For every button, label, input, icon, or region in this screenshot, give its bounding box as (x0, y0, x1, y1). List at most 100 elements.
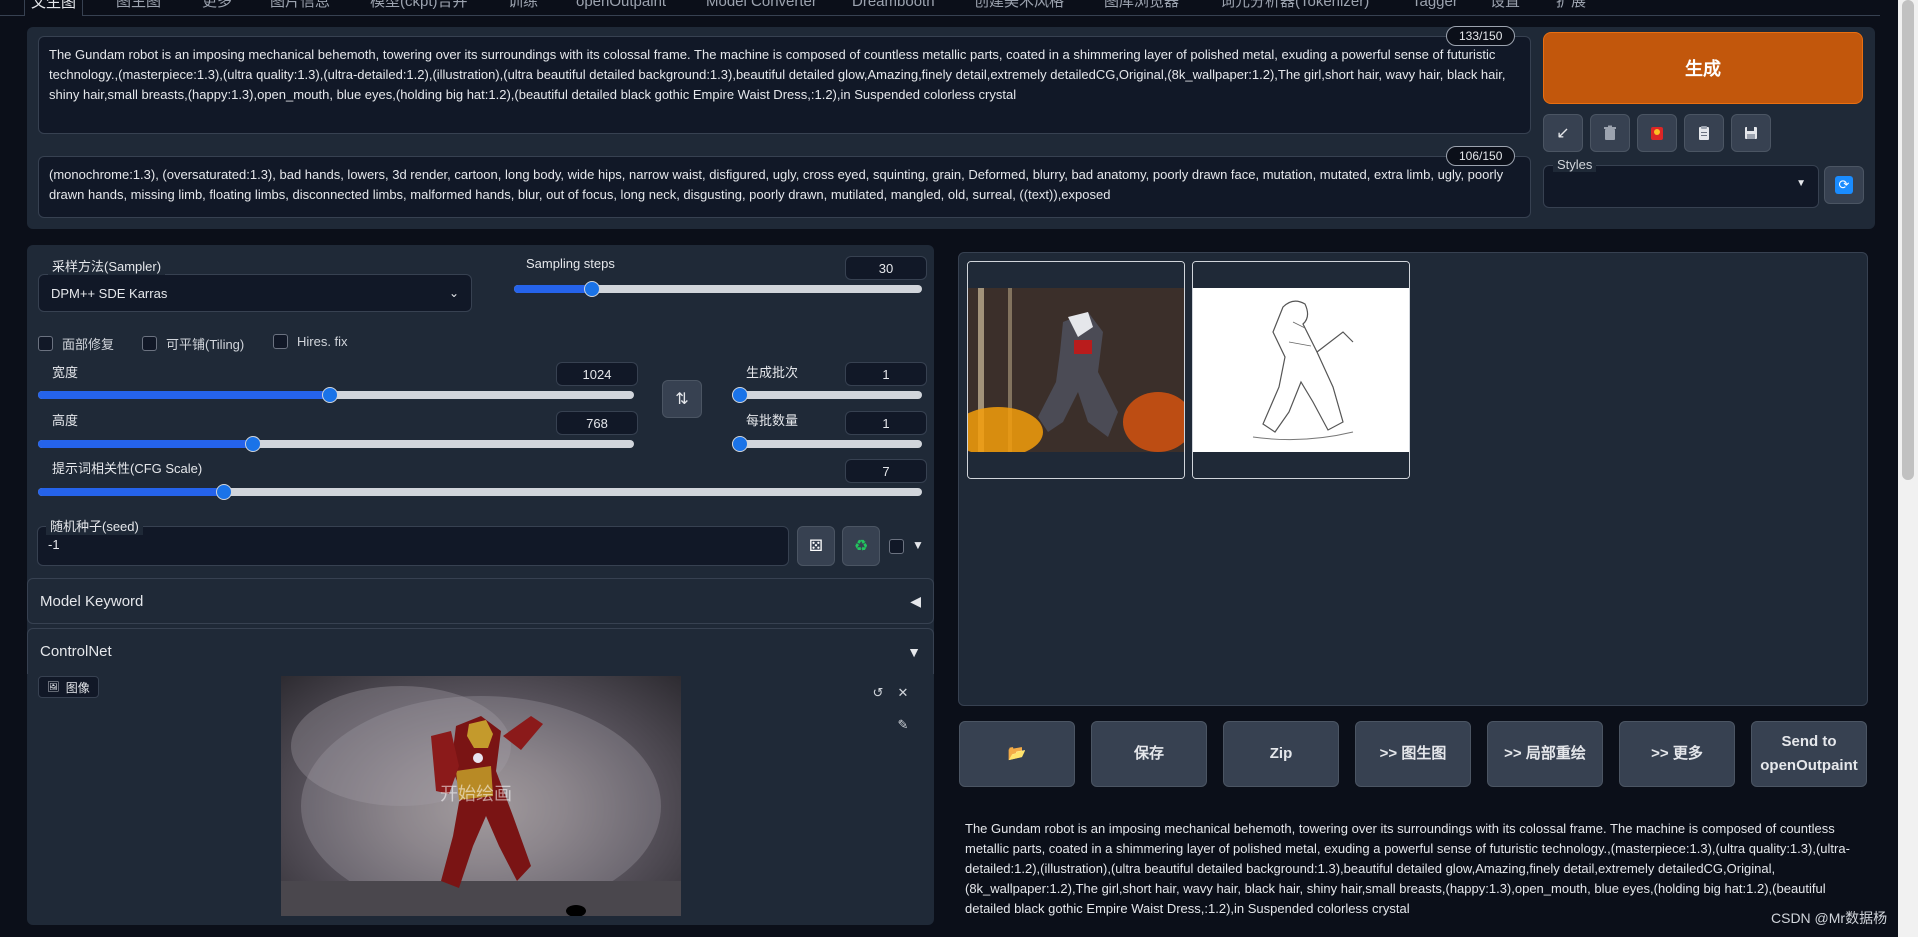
save-style-button[interactable] (1731, 114, 1771, 152)
tab-extras[interactable]: 更多 (196, 0, 238, 16)
sampler-select[interactable]: DPM++ SDE Karras ⌄ (38, 274, 472, 312)
positive-prompt-input[interactable]: The Gundam robot is an imposing mechanic… (38, 36, 1531, 134)
tab-openoutpaint[interactable]: openOutpaint (570, 0, 672, 16)
close-icon[interactable]: ✕ (893, 683, 913, 703)
cfg-scale-slider[interactable] (38, 484, 922, 500)
slider-thumb[interactable] (583, 281, 600, 297)
restore-faces-label: 面部修复 (62, 337, 115, 352)
webui-root: 文生图 图生图 更多 图片信息 模型(ckpt)合并 训练 openOutpai… (0, 0, 1918, 937)
negative-prompt-input[interactable]: (monochrome:1.3), (oversaturated:1.3), b… (38, 156, 1531, 218)
send-to-inpaint-button[interactable]: >> 局部重绘 (1487, 721, 1603, 787)
gundam-render-picture (968, 262, 1184, 478)
arrow-icon: ↙ (1556, 125, 1570, 142)
slider-thumb[interactable] (732, 387, 748, 403)
slider-thumb[interactable] (732, 436, 748, 452)
recycle-icon: ♻ (853, 538, 869, 555)
clear-prompt-button[interactable] (1590, 114, 1630, 152)
cfg-scale-input[interactable]: 7 (845, 459, 927, 483)
height-label: 高度 (48, 410, 83, 429)
sampler-value: DPM++ SDE Karras (51, 285, 168, 301)
tab-train[interactable]: 训练 (502, 0, 544, 16)
chevron-down-icon: ▼ (1796, 178, 1806, 189)
controlnet-title: ControlNet (40, 643, 112, 660)
trash-icon (1604, 125, 1616, 140)
brush-icon[interactable]: ✎ (893, 715, 913, 735)
batch-size-slider[interactable] (732, 436, 922, 452)
batch-count-label: 生成批次 (742, 362, 803, 381)
floppy-disk-icon (1745, 127, 1757, 139)
tab-img2img[interactable]: 图生图 (110, 0, 167, 16)
tiling-label: 可平铺(Tiling) (166, 337, 245, 352)
steps-label: Sampling steps (522, 256, 619, 271)
tab-extensions[interactable]: 扩展 (1550, 0, 1592, 16)
tiling-checkbox[interactable]: 可平铺(Tiling) (142, 334, 244, 353)
read-params-button[interactable]: ↙ (1543, 114, 1583, 152)
reuse-seed-button[interactable]: ♻ (842, 526, 880, 566)
expand-arrow-icon: ▼ (907, 643, 921, 660)
slider-thumb[interactable] (322, 387, 339, 403)
tab-tagger[interactable]: Tagger (1406, 0, 1464, 16)
seed-input[interactable]: -1 (37, 526, 789, 566)
apply-style-button[interactable] (1684, 114, 1724, 152)
slider-thumb[interactable] (215, 484, 232, 500)
refresh-styles-button[interactable]: ⟳ (1824, 166, 1864, 204)
controlnet-image-tab-label: 图像 (65, 680, 90, 695)
batch-size-input[interactable]: 1 (845, 411, 927, 435)
steps-input[interactable]: 30 (845, 256, 927, 280)
generation-info-text: The Gundam robot is an imposing mechanic… (965, 821, 1850, 916)
hires-fix-checkbox[interactable]: Hires. fix (273, 334, 348, 349)
seed-value: -1 (48, 537, 60, 552)
generate-button[interactable]: 生成 (1543, 32, 1863, 104)
controlnet-image-tab[interactable]: 🖼 图像 (38, 676, 99, 698)
save-button[interactable]: 保存 (1091, 721, 1207, 787)
steps-slider[interactable] (514, 281, 922, 297)
batch-size-label: 每批数量 (742, 410, 803, 429)
sampler-label: 采样方法(Sampler) (48, 256, 166, 275)
chevron-down-icon: ⌄ (448, 286, 459, 300)
height-input[interactable]: 768 (556, 411, 638, 435)
send-to-openoutpaint-button[interactable]: Send to openOutpaint (1751, 721, 1867, 787)
hires-fix-label: Hires. fix (297, 334, 348, 349)
refresh-icon: ⟳ (1835, 176, 1853, 194)
restore-faces-checkbox[interactable]: 面部修复 (38, 334, 114, 353)
seed-expand-icon[interactable]: ▼ (912, 538, 924, 552)
tab-png-info[interactable]: 图片信息 (264, 0, 336, 16)
height-slider[interactable] (38, 436, 634, 452)
send-to-img2img-button[interactable]: >> 图生图 (1355, 721, 1471, 787)
model-keyword-title: Model Keyword (40, 592, 144, 610)
gallery-thumbnail-1[interactable] (967, 261, 1185, 479)
swap-dimensions-button[interactable]: ⇅ (662, 380, 702, 418)
tab-create-style[interactable]: 创建美术风格 (968, 0, 1070, 16)
gallery-thumbnail-2[interactable] (1192, 261, 1410, 479)
undo-icon[interactable]: ↺ (868, 683, 888, 703)
slider-thumb[interactable] (244, 436, 261, 452)
tab-checkpoint-merger[interactable]: 模型(ckpt)合并 (364, 0, 474, 16)
open-folder-button[interactable]: 📂 (959, 721, 1075, 787)
positive-token-counter: 133/150 (1446, 26, 1516, 46)
collapse-arrow-icon: ◀ (910, 592, 921, 609)
tab-txt2img[interactable]: 文生图 (24, 0, 84, 16)
batch-count-input[interactable]: 1 (845, 362, 927, 386)
controlnet-canvas-hint: 开始绘画 (440, 784, 512, 804)
seed-label: 随机种子(seed) (46, 516, 143, 535)
controlnet-accordion[interactable]: ControlNet ▼ (27, 628, 934, 674)
width-slider[interactable] (38, 387, 634, 403)
random-seed-button[interactable]: ⚄ (797, 526, 835, 566)
zip-button[interactable]: Zip (1223, 721, 1339, 787)
tab-tokenizer[interactable]: 词元分析器(Tokenizer) (1214, 0, 1375, 16)
width-label: 宽度 (48, 362, 83, 381)
batch-count-slider[interactable] (732, 387, 922, 403)
tab-image-browser[interactable]: 图库浏览器 (1098, 0, 1185, 16)
line-art-picture (1193, 262, 1409, 478)
tab-dreambooth[interactable]: Dreambooth (846, 0, 941, 16)
tab-model-converter[interactable]: Model Converter (700, 0, 823, 16)
extra-seed-checkbox[interactable] (889, 539, 904, 554)
swap-icon: ⇅ (675, 391, 689, 408)
send-to-extras-button[interactable]: >> 更多 (1619, 721, 1735, 787)
model-keyword-accordion[interactable]: Model Keyword ◀ (27, 578, 934, 624)
show-extra-networks-button[interactable] (1637, 114, 1677, 152)
page-scrollbar-thumb[interactable] (1902, 0, 1914, 480)
dice-icon: ⚄ (809, 538, 823, 555)
width-input[interactable]: 1024 (556, 362, 638, 386)
tab-settings[interactable]: 设置 (1484, 0, 1526, 16)
